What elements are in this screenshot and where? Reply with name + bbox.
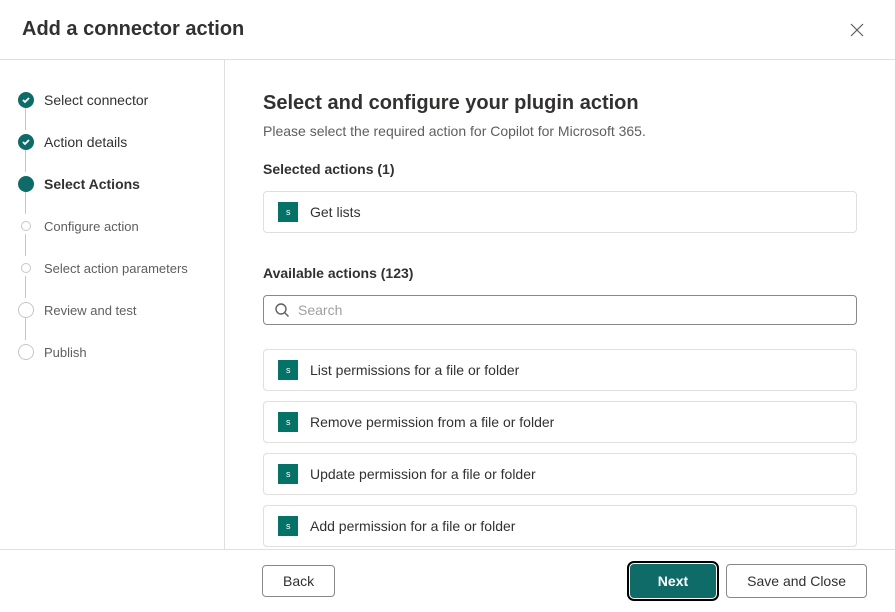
upcoming-step-icon — [18, 302, 34, 318]
step-select-action-parameters: Select action parameters — [14, 256, 212, 280]
step-label: Select connector — [44, 92, 148, 108]
action-label: Remove permission from a file or folder — [310, 414, 554, 430]
search-icon — [274, 302, 290, 318]
wizard-steps: Select connector Action details Select A… — [14, 88, 212, 364]
step-publish: Publish — [14, 340, 212, 364]
sharepoint-icon: s — [278, 464, 298, 484]
step-label: Select Actions — [44, 176, 140, 192]
upcoming-step-icon — [18, 344, 34, 360]
sharepoint-icon: s — [278, 516, 298, 536]
close-button[interactable] — [847, 20, 867, 40]
upcoming-step-icon — [21, 263, 31, 273]
wizard-sidebar: Select connector Action details Select A… — [0, 60, 225, 549]
step-configure-action: Configure action — [14, 214, 212, 238]
step-connector — [25, 192, 26, 214]
sharepoint-icon: s — [278, 202, 298, 222]
search-input[interactable] — [298, 302, 846, 318]
step-connector — [25, 276, 26, 298]
step-connector — [25, 150, 26, 172]
dialog-footer: Back Next Save and Close — [0, 549, 895, 612]
action-label: Add permission for a file or folder — [310, 518, 515, 534]
search-box[interactable] — [263, 295, 857, 325]
sharepoint-icon: s — [278, 412, 298, 432]
footer-right: Next Save and Close — [630, 564, 867, 598]
step-connector — [25, 318, 26, 340]
step-label: Publish — [44, 345, 87, 360]
selected-action-item[interactable]: s Get lists — [263, 191, 857, 233]
available-actions-label: Available actions (123) — [263, 265, 857, 281]
check-icon — [18, 134, 34, 150]
selected-actions-label: Selected actions (1) — [263, 161, 857, 177]
step-review-and-test: Review and test — [14, 298, 212, 322]
step-connector — [25, 234, 26, 256]
step-label: Configure action — [44, 219, 139, 234]
step-select-connector[interactable]: Select connector — [14, 88, 212, 112]
step-action-details[interactable]: Action details — [14, 130, 212, 154]
section-spacer — [263, 243, 857, 265]
action-label: Get lists — [310, 204, 361, 220]
save-and-close-button[interactable]: Save and Close — [726, 564, 867, 598]
dialog-body: Select connector Action details Select A… — [0, 60, 895, 549]
action-label: Update permission for a file or folder — [310, 466, 536, 482]
available-action-item[interactable]: s Update permission for a file or folder — [263, 453, 857, 495]
step-select-actions[interactable]: Select Actions — [14, 172, 212, 196]
step-label: Select action parameters — [44, 261, 188, 276]
available-action-item[interactable]: s Remove permission from a file or folde… — [263, 401, 857, 443]
step-connector — [25, 108, 26, 130]
upcoming-step-icon — [21, 221, 31, 231]
next-button[interactable]: Next — [630, 564, 716, 598]
dialog-header: Add a connector action — [0, 0, 895, 59]
page-subtitle: Please select the required action for Co… — [263, 123, 857, 139]
main-content: Select and configure your plugin action … — [225, 60, 895, 549]
page-title: Select and configure your plugin action — [263, 92, 857, 115]
action-label: List permissions for a file or folder — [310, 362, 519, 378]
dialog-title: Add a connector action — [22, 18, 244, 41]
step-label: Action details — [44, 134, 127, 150]
footer-left: Back — [262, 565, 335, 597]
back-button[interactable]: Back — [262, 565, 335, 597]
current-step-icon — [18, 176, 34, 192]
check-icon — [18, 92, 34, 108]
sharepoint-icon: s — [278, 360, 298, 380]
step-label: Review and test — [44, 303, 137, 318]
close-icon — [850, 23, 864, 37]
available-action-item[interactable]: s List permissions for a file or folder — [263, 349, 857, 391]
available-action-item[interactable]: s Add permission for a file or folder — [263, 505, 857, 547]
